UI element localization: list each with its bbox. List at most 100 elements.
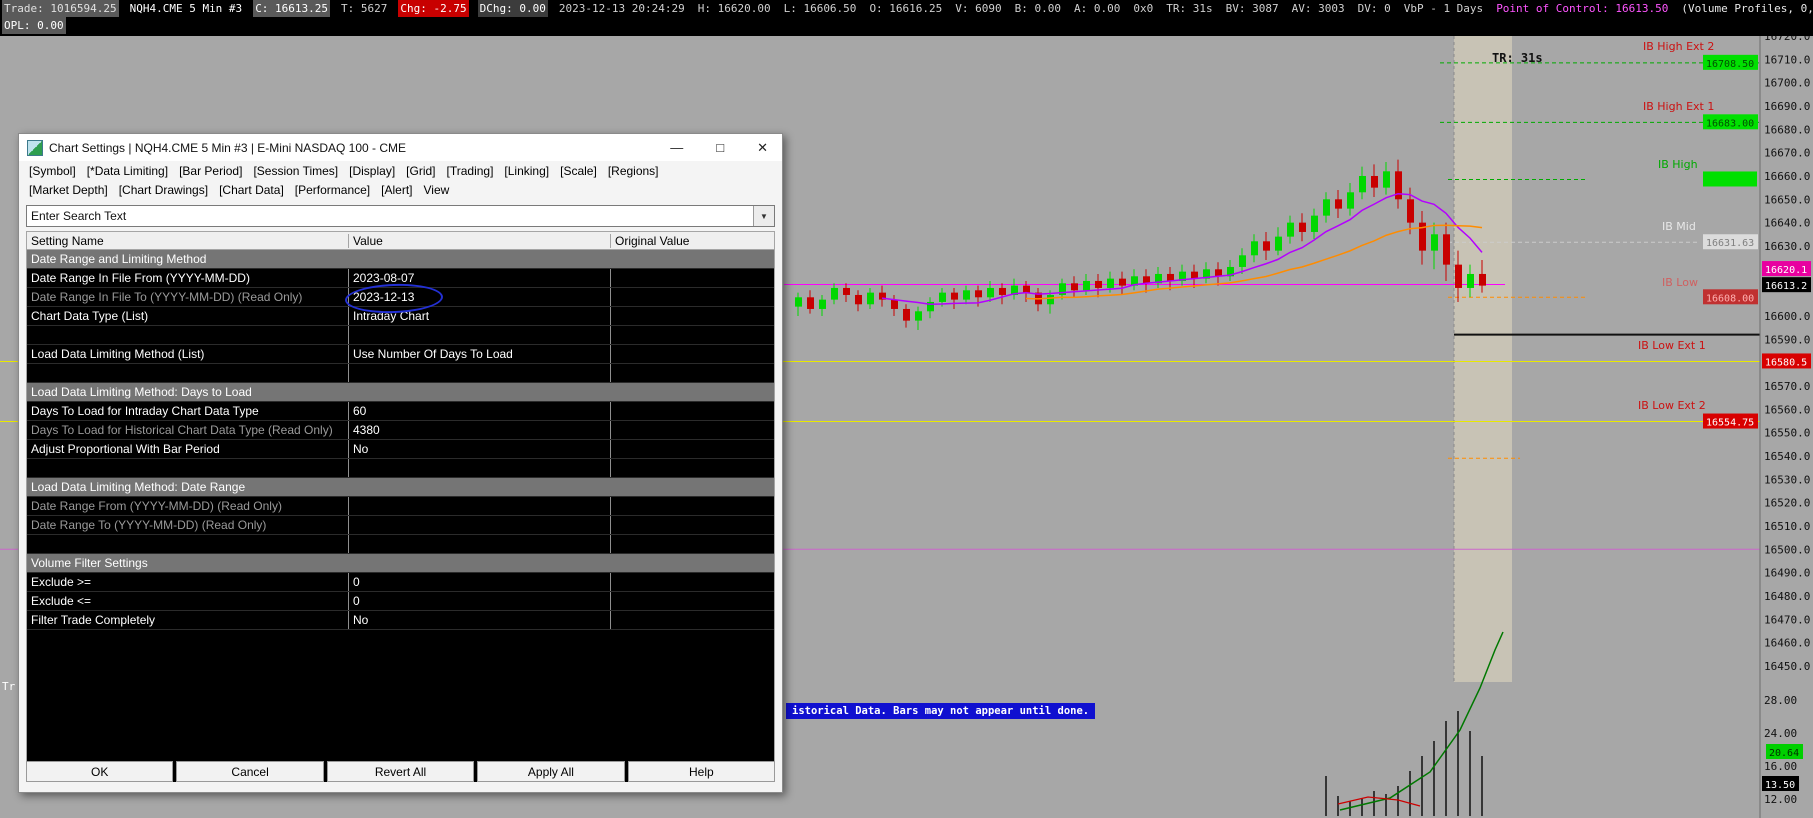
candle-body [1359,175,1366,193]
menu-data-limiting[interactable]: [*Data Limiting] [87,164,168,178]
status-segment: C: 16613.25 [253,0,331,17]
candle-body [831,287,838,300]
price-tick-label: 16640.0 [1764,217,1810,230]
menu-trading[interactable]: [Trading] [447,164,494,178]
setting-row[interactable]: Adjust Proportional With Bar Period No [27,440,774,459]
menu-chart-data[interactable]: [Chart Data] [219,183,284,197]
dialog-title: Chart Settings | NQH4.CME 5 Min #3 | E-M… [49,140,407,155]
price-tick-label: 16460.0 [1764,637,1810,650]
setting-row[interactable]: Date Range To (YYYY-MM-DD) (Read Only) [27,516,774,535]
menu-symbol[interactable]: [Symbol] [29,164,76,178]
candle-body [999,287,1006,295]
setting-value-cell[interactable]: No [349,611,611,629]
ib-level-label: IB Low Ext 2 [1638,399,1706,412]
candle-body [1383,171,1390,188]
menu-display[interactable]: [Display] [349,164,395,178]
help-button[interactable]: Help [627,761,776,782]
apply-all-button[interactable]: Apply All [477,761,625,782]
cancel-button[interactable]: Cancel [176,761,324,782]
setting-row[interactable]: Chart Data Type (List) Intraday Chart [27,307,774,326]
menu-regions[interactable]: [Regions] [608,164,659,178]
setting-value-cell[interactable]: 4380 [349,421,611,439]
window-controls: — □ ✕ [670,140,774,156]
revert-all-button[interactable]: Revert All [326,761,475,782]
candle-body [1299,222,1306,232]
price-badge-label: 16580.5 [1765,357,1807,368]
candle-body [1287,222,1294,237]
subgraph-tick-label: 28.00 [1764,694,1797,707]
column-setting-name: Setting Name [27,233,349,248]
original-value-cell [611,592,774,610]
setting-row[interactable]: Days To Load for Historical Chart Data T… [27,421,774,440]
price-badges: 16708.50 16683.00 16631.63 16608.00 16554.75… [1703,54,1811,791]
menu-linking[interactable]: [Linking] [504,164,549,178]
price-tick-label: 16660.0 [1764,170,1810,183]
setting-value-cell[interactable]: 0 [349,573,611,591]
setting-value-cell [349,326,611,344]
setting-row[interactable]: Filter Trade Completely No [27,611,774,630]
close-button[interactable]: ✕ [757,140,768,156]
ok-button[interactable]: OK [26,761,174,782]
setting-value-cell[interactable] [349,497,611,515]
setting-row[interactable]: Exclude <= 0 [27,592,774,611]
chart-status-bar: Trade: 1016594.25 NQH4.CME 5 Min #3 C: 166… [0,0,1813,36]
price-badge-label: 20.64 [1769,748,1799,759]
setting-name-cell: Load Data Limiting Method (List) [27,345,349,363]
setting-row[interactable]: Load Data Limiting Method (List) Use Numb… [27,345,774,364]
original-value-cell [611,535,774,553]
status-segment: L: 16606.50 [783,2,857,15]
menu-session-times[interactable]: [Session Times] [253,164,338,178]
menu-scale[interactable]: [Scale] [560,164,597,178]
menu-grid[interactable]: [Grid] [406,164,435,178]
menu-alert[interactable]: [Alert] [381,183,412,197]
setting-value-cell[interactable]: No [349,440,611,458]
setting-name-cell: Date Range In File To (YYYY-MM-DD) (Read… [27,288,349,306]
setting-value-cell[interactable]: Use Number Of Days To Load [349,345,611,363]
candle-body [891,299,898,309]
price-tick-label: 16490.0 [1764,567,1810,580]
setting-value-cell[interactable] [349,516,611,534]
original-value-cell [611,345,774,363]
setting-row[interactable]: Exclude >= 0 [27,573,774,592]
section-header-row: Volume Filter Settings [27,554,774,573]
setting-value-cell[interactable]: 60 [349,402,611,420]
search-dropdown-button[interactable]: ▼ [753,206,774,226]
price-tick-label: 16560.0 [1764,403,1810,416]
setting-value-cell[interactable]: Intraday Chart [349,307,611,325]
setting-name-cell: Adjust Proportional With Bar Period [27,440,349,458]
settings-search-input[interactable] [27,206,760,226]
menu-bar-period[interactable]: [Bar Period] [179,164,242,178]
menu-market-depth[interactable]: [Market Depth] [29,183,108,197]
setting-value-cell[interactable]: 2023-08-07 [349,269,611,287]
setting-value-cell[interactable]: 2023-12-13 [349,288,611,306]
status-segment: O: 16616.25 [869,2,943,15]
dialog-title-bar[interactable]: Chart Settings | NQH4.CME 5 Min #3 | E-M… [19,134,782,161]
setting-row[interactable]: Date Range From (YYYY-MM-DD) (Read Only) [27,497,774,516]
column-original-value: Original Value [615,233,690,248]
status-segment: V: 6090 [955,2,1002,15]
setting-value-cell [349,364,611,382]
price-scale[interactable]: 16720.016710.016700.016690.016680.016670… [1759,30,1810,818]
setting-value-cell[interactable]: 0 [349,592,611,610]
candle-body [1107,278,1114,288]
ib-level-label: IB Low [1662,276,1698,289]
maximize-button[interactable]: □ [716,140,724,156]
price-badge-label: 13.50 [1765,780,1795,791]
price-tick-label: 16480.0 [1764,590,1810,603]
menu-view[interactable]: View [424,183,450,197]
minimize-button[interactable]: — [670,140,683,156]
menu-performance[interactable]: [Performance] [295,183,370,197]
candle-body [807,297,814,309]
setting-row[interactable]: Date Range In File From (YYYY-MM-DD) 2023… [27,269,774,288]
menu-chart-drawings[interactable]: [Chart Drawings] [119,183,208,197]
status-segment: BV: 3087 [1225,2,1279,15]
original-value-cell [611,497,774,515]
candle-body [1119,278,1126,286]
original-value-cell [611,611,774,629]
setting-row[interactable]: Days To Load for Intraday Chart Data Typ… [27,402,774,421]
settings-menu-row-2: [Market Depth] [Chart Drawings] [Chart Dat… [19,180,782,199]
price-tick-label: 16520.0 [1764,497,1810,510]
settings-menu-row-1: [Symbol] [*Data Limiting] [Bar Period] [Ses… [19,161,782,180]
setting-row[interactable]: Date Range In File To (YYYY-MM-DD) (Read… [27,288,774,307]
status-segment: OPL: 0.00 [2,17,66,34]
